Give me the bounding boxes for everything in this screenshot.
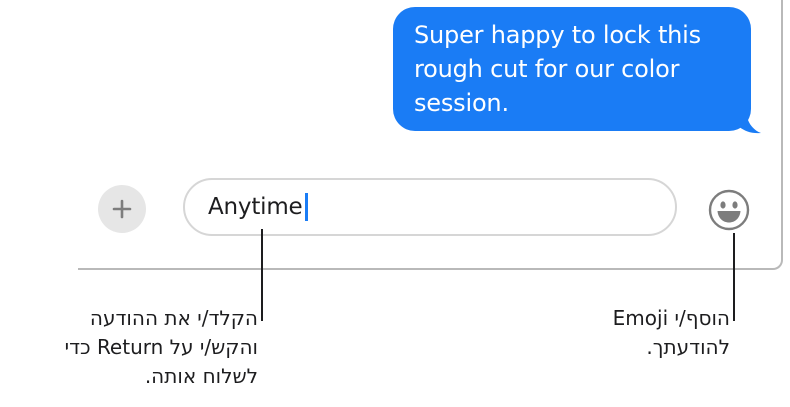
text-caret [304, 193, 308, 221]
smiley-face-icon [708, 189, 750, 231]
message-input-text: Anytime [208, 194, 303, 220]
message-line: rough cut for our color [414, 55, 680, 83]
callout-line-text: להודעתך. [646, 335, 730, 359]
message-input[interactable]: Anytime [183, 178, 677, 236]
type-message-callout: הקלד/י את ההודעה והקש/י על Return כדי לש… [65, 304, 258, 391]
sent-message-bubble[interactable]: Super happy to lock this rough cut for o… [393, 7, 751, 131]
callout-line-text: הוסף/י Emoji [612, 306, 730, 330]
callout-line-emoji [733, 233, 735, 321]
add-emoji-callout: הוסף/י Emoji להודעתך. [613, 304, 730, 362]
bubble-tail [734, 110, 761, 134]
plus-icon [112, 199, 132, 219]
message-line: session. [414, 89, 509, 117]
emoji-button[interactable] [707, 188, 751, 232]
callout-line-text: והקש/י על Return כדי [64, 335, 258, 359]
callout-line-text: לשלוח אותה. [144, 364, 258, 388]
message-line: Super happy to lock this [414, 21, 701, 49]
callout-line-text: הקלד/י את ההודעה [89, 306, 258, 330]
callout-line-input [261, 229, 263, 321]
apps-plus-button[interactable] [98, 185, 146, 233]
